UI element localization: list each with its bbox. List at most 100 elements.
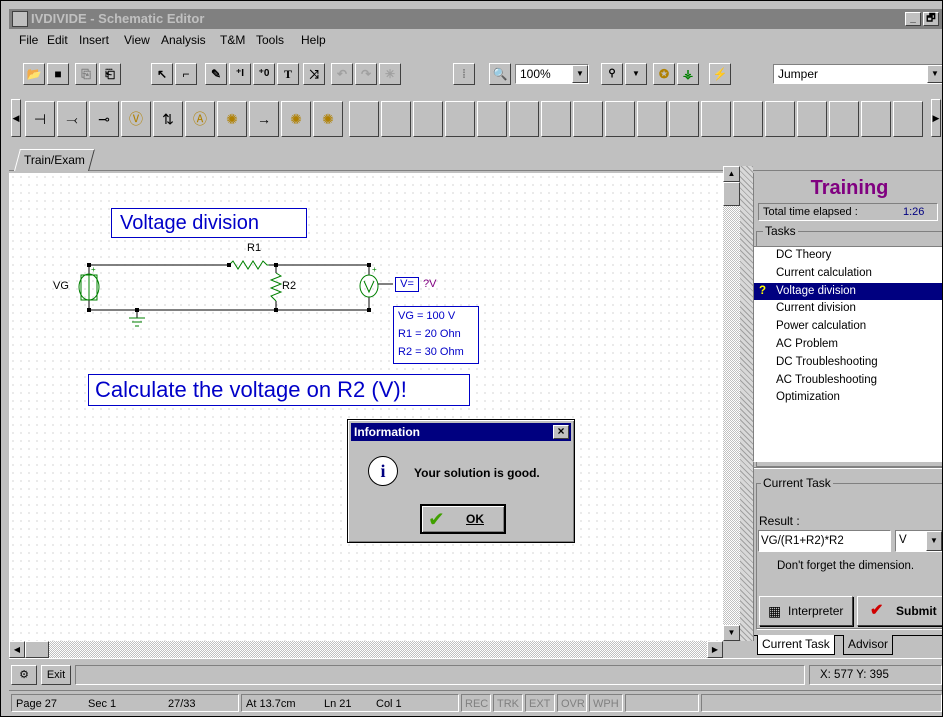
task-item[interactable]: AC Troubleshooting — [754, 372, 942, 390]
select-arrow-icon[interactable]: ↖ — [151, 63, 173, 85]
meter-probe-icon[interactable]: ✪ — [653, 63, 675, 85]
palette-slot[interactable] — [765, 101, 795, 137]
menu-analysis[interactable]: Analysis — [161, 33, 206, 47]
menu-tools[interactable]: Tools — [256, 33, 284, 47]
component-dropdown-arrow-icon[interactable]: ▼ — [927, 65, 942, 83]
palette-slot[interactable] — [541, 101, 571, 137]
copy-icon[interactable]: ⎘ — [75, 63, 97, 85]
open-icon[interactable]: 📂 — [23, 63, 45, 85]
horizontal-scrollbar[interactable]: ◀ ▶ — [9, 641, 723, 658]
palette-slot[interactable] — [701, 101, 731, 137]
palette-slot[interactable] — [349, 101, 379, 137]
tab-train-exam[interactable]: Train/Exam — [14, 149, 95, 171]
palette-scroll-right-icon[interactable]: ▶ — [931, 99, 941, 137]
palette-slot[interactable] — [893, 101, 923, 137]
palette-slot[interactable] — [445, 101, 475, 137]
task-item[interactable]: Current division — [754, 300, 942, 318]
wire-icon[interactable]: ⌐ — [175, 63, 197, 85]
palette-slot[interactable] — [381, 101, 411, 137]
diode-icon[interactable]: → — [249, 101, 279, 137]
home-icon[interactable]: ⚙ — [11, 665, 37, 685]
tab-current-task[interactable]: Current Task — [757, 635, 835, 655]
voltmeter-icon[interactable]: Ⓥ — [121, 101, 151, 137]
menu-help[interactable]: Help — [301, 33, 326, 47]
result-input[interactable]: VG/(R1+R2)*R2 — [758, 530, 891, 552]
maximize-button[interactable]: 🗗 — [923, 12, 939, 26]
terminal-icon[interactable]: ⊸ — [89, 101, 119, 137]
app-icon[interactable] — [12, 11, 28, 27]
dc-analysis-icon[interactable]: ⚲ — [601, 63, 623, 85]
capacitor-icon[interactable]: ⊣ — [25, 101, 55, 137]
paste-icon[interactable]: ⎗ — [99, 63, 121, 85]
task-item[interactable]: DC Theory — [754, 247, 942, 265]
grid-icon[interactable]: ⁞ — [453, 63, 475, 85]
scroll-left-icon[interactable]: ◀ — [9, 641, 25, 658]
ohmmeter-icon[interactable]: ✺ — [217, 101, 247, 137]
tm-icon[interactable]: ⚶ — [677, 63, 699, 85]
exit-button[interactable]: Exit — [41, 665, 71, 685]
palette-slot[interactable] — [413, 101, 443, 137]
task-item[interactable]: Current calculation — [754, 265, 942, 283]
zoom-select[interactable]: 100% ▼ — [515, 64, 589, 84]
menu-view[interactable]: View — [124, 33, 150, 47]
scroll-right-icon[interactable]: ▶ — [707, 641, 723, 658]
task-item[interactable]: DC Troubleshooting — [754, 354, 942, 372]
interpreter-button[interactable]: ▦ Interpreter — [759, 596, 853, 626]
dc-dropdown-icon[interactable]: ▼ — [625, 63, 647, 85]
ok-button[interactable]: ✔ OK — [420, 504, 506, 534]
schematic-canvas[interactable]: Voltage division + + R1 R2 VG V= ?V VG =… — [9, 173, 723, 641]
unit-dropdown-arrow-icon[interactable]: ▼ — [926, 531, 942, 551]
polar-capacitor-icon[interactable]: ⤙ — [57, 101, 87, 137]
minimize-button[interactable]: _ — [905, 12, 921, 26]
save-icon[interactable]: ■ — [47, 63, 69, 85]
fault-icon[interactable]: ⚡ — [709, 63, 731, 85]
menu-edit[interactable]: Edit — [47, 33, 68, 47]
task-item[interactable]: AC Problem — [754, 336, 942, 354]
menu-insert[interactable]: Insert — [79, 33, 109, 47]
palette-slot[interactable] — [797, 101, 827, 137]
signal-source-icon[interactable]: ✺ — [313, 101, 343, 137]
submit-button[interactable]: ✔ Submit — [857, 596, 942, 626]
hscroll-thumb[interactable] — [25, 641, 49, 658]
junction-icon[interactable]: ✳ — [379, 63, 401, 85]
panel-splitter[interactable] — [740, 166, 753, 641]
rotate-icon[interactable]: ⤨ — [303, 63, 325, 85]
text-label-icon[interactable]: ⁺I — [229, 63, 251, 85]
undo-icon[interactable]: ↶ — [331, 63, 353, 85]
palette-slot[interactable] — [509, 101, 539, 137]
indicator-rec-label: REC — [465, 698, 489, 710]
palette-slot[interactable] — [669, 101, 699, 137]
tasks-list[interactable]: DC Theory Current calculation ? Voltage … — [753, 246, 942, 462]
wattmeter-icon[interactable]: ✺ — [281, 101, 311, 137]
status-pages: 27/33 — [168, 698, 196, 710]
pen-icon[interactable]: ✎ — [205, 63, 227, 85]
node-label-icon[interactable]: ⁺0 — [253, 63, 275, 85]
menu-file[interactable]: File — [19, 33, 38, 47]
ammeter-icon[interactable]: Ⓐ — [185, 101, 215, 137]
scroll-thumb[interactable] — [723, 182, 740, 206]
zoom-icon[interactable]: 🔍 — [489, 63, 511, 85]
menu-tm[interactable]: T&M — [220, 33, 245, 47]
vertical-scrollbar[interactable]: ▲ ▼ — [723, 166, 740, 641]
palette-slot[interactable] — [477, 101, 507, 137]
tab-advisor[interactable]: Advisor — [843, 635, 894, 655]
scroll-down-icon[interactable]: ▼ — [723, 625, 740, 641]
palette-slot[interactable] — [605, 101, 635, 137]
component-select[interactable]: Jumper ▼ — [773, 64, 942, 84]
scroll-up-icon[interactable]: ▲ — [723, 166, 740, 182]
zoom-dropdown-arrow-icon[interactable]: ▼ — [572, 65, 588, 83]
palette-slot[interactable] — [829, 101, 859, 137]
task-item[interactable]: Optimization — [754, 389, 942, 407]
redo-icon[interactable]: ↷ — [355, 63, 377, 85]
switch-icon[interactable]: ⇅ — [153, 101, 183, 137]
palette-slot[interactable] — [573, 101, 603, 137]
text-icon[interactable]: T — [277, 63, 299, 85]
palette-slot[interactable] — [637, 101, 667, 137]
palette-slot[interactable] — [733, 101, 763, 137]
palette-slot[interactable] — [861, 101, 891, 137]
unit-select[interactable]: V ▼ — [895, 530, 942, 552]
dialog-close-icon[interactable]: × — [553, 425, 569, 439]
task-item[interactable]: Power calculation — [754, 318, 942, 336]
task-item-selected[interactable]: ? Voltage division — [754, 282, 942, 301]
palette-scroll-left-icon[interactable]: ◀ — [11, 99, 21, 137]
